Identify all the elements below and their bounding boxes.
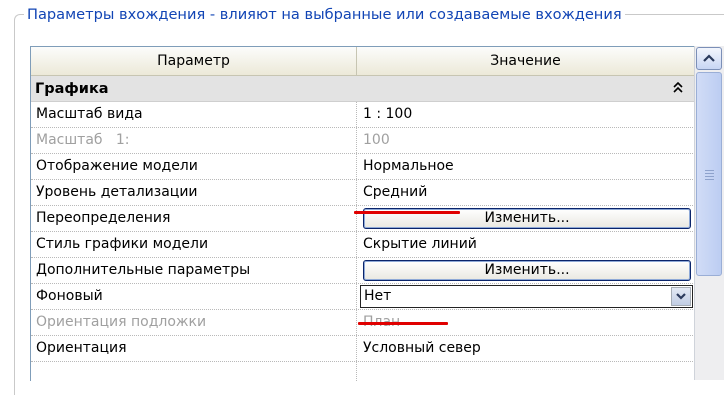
column-header-parameter[interactable]: Параметр: [31, 47, 357, 76]
property-value[interactable]: Условный север: [357, 336, 695, 361]
property-name: Масштаб вида: [31, 102, 357, 127]
property-row-scale-value: Масштаб 1: 100: [31, 128, 695, 154]
annotation-underline-detail-level: [354, 211, 460, 214]
grip-line: [705, 170, 714, 171]
property-row-view-scale[interactable]: Масштаб вида 1 : 100: [31, 102, 695, 128]
property-name: Дополнительные параметры: [31, 258, 357, 283]
property-name: [31, 362, 357, 381]
property-row-partial[interactable]: [31, 362, 695, 381]
property-value[interactable]: 1 : 100: [357, 102, 695, 127]
section-title: Графика: [35, 81, 109, 97]
scroll-up-arrow-icon[interactable]: [696, 47, 722, 70]
double-chevron-up-icon[interactable]: [673, 76, 683, 102]
property-row-model-graphics-style[interactable]: Стиль графики модели Скрытие линий: [31, 232, 695, 258]
group-box-title: Параметры вхождения - влияют на выбранны…: [24, 6, 625, 23]
annotation-underline-underlay: [358, 322, 448, 325]
underlay-select[interactable]: Нет: [360, 285, 693, 308]
property-name: Ориентация подложки: [31, 310, 357, 335]
vertical-scrollbar[interactable]: [694, 46, 724, 380]
section-header-graphics[interactable]: Графика: [31, 76, 695, 102]
property-name: Масштаб 1:: [31, 128, 357, 153]
property-value[interactable]: Скрытие линий: [357, 232, 695, 257]
grip-line: [705, 176, 714, 177]
property-name: Ориентация: [31, 336, 357, 361]
property-name: Переопределения: [31, 206, 357, 231]
property-row-overrides[interactable]: Переопределения Изменить...: [31, 206, 695, 232]
grip-line: [705, 173, 714, 174]
property-value: 100: [363, 132, 390, 148]
property-row-orientation[interactable]: Ориентация Условный север: [31, 336, 695, 362]
underlay-select-value: Нет: [364, 288, 392, 304]
property-name: Отображение модели: [31, 154, 357, 179]
property-name: Фоновый: [31, 284, 357, 309]
property-name: Стиль графики модели: [31, 232, 357, 257]
property-value[interactable]: Средний: [357, 180, 695, 205]
property-name: Уровень детализации: [31, 180, 357, 205]
property-row-advanced-settings[interactable]: Дополнительные параметры Изменить...: [31, 258, 695, 284]
property-value[interactable]: [357, 362, 695, 381]
property-row-detail-level[interactable]: Уровень детализации Средний: [31, 180, 695, 206]
property-row-model-display[interactable]: Отображение модели Нормальное: [31, 154, 695, 180]
edit-advanced-settings-button[interactable]: Изменить...: [363, 260, 691, 281]
grip-line: [705, 179, 714, 180]
scrollbar-thumb[interactable]: [696, 72, 722, 276]
column-header-value[interactable]: Значение: [357, 47, 695, 76]
chevron-down-icon[interactable]: [671, 287, 691, 306]
property-row-underlay[interactable]: Фоновый Нет: [31, 284, 695, 310]
property-value[interactable]: Нормальное: [357, 154, 695, 179]
